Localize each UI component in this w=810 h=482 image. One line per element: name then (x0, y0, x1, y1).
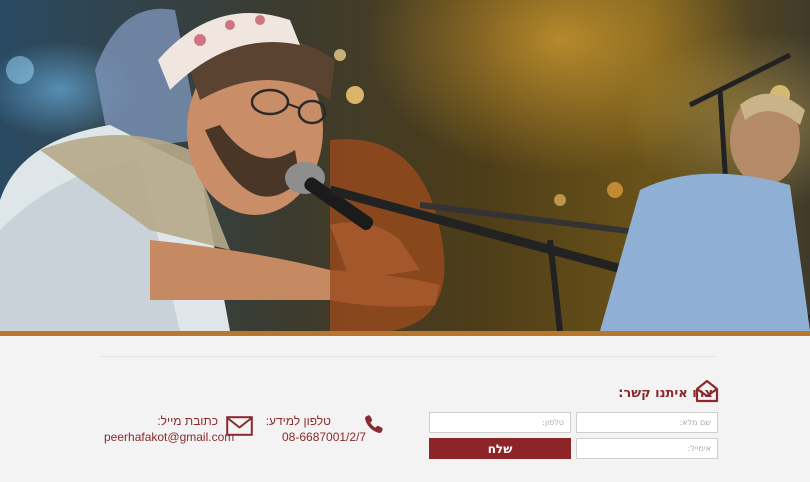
full-name-input[interactable] (576, 412, 718, 433)
phone-label: טלפון למידע: (265, 414, 331, 428)
email-address[interactable]: peerhafakot@gmail.com (104, 430, 234, 444)
email-input[interactable] (576, 438, 718, 459)
email-label: כתובת מייל: (157, 414, 218, 428)
phone-icon (365, 415, 383, 433)
phone-input[interactable] (429, 412, 571, 433)
phone-number[interactable]: 08-6687001/2/7 (282, 430, 366, 444)
contact-form-title: צרו איתנו קשר: (618, 386, 713, 401)
hero-photo (0, 8, 810, 331)
section-divider (100, 356, 716, 357)
hero-accent-bar (0, 331, 810, 336)
hero-banner (0, 0, 810, 331)
send-button[interactable]: שלח (429, 438, 571, 459)
